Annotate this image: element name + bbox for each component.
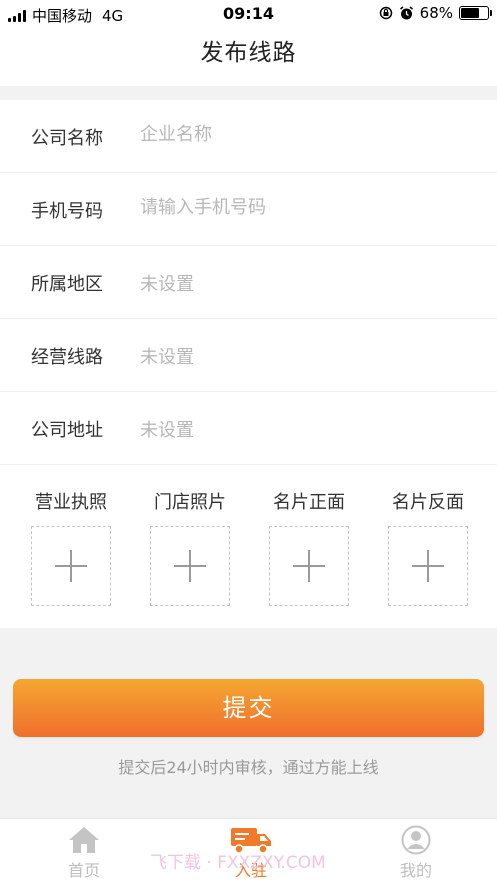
upload-business-license-button[interactable] (31, 526, 111, 606)
tab-join-label: 入驻 (234, 861, 267, 880)
review-hint: 提交后24小时内审核，通过方能上线 (118, 758, 379, 777)
route-row[interactable]: 经营线路 未设置 (0, 319, 497, 392)
user-icon (401, 825, 431, 855)
upload-section: 营业执照 门店照片 名片正面 名片反面 (0, 465, 497, 628)
address-label: 公司地址 (31, 420, 103, 441)
upload-card-front: 名片正面 (268, 488, 350, 606)
battery-percent: 68% (419, 4, 453, 22)
upload-store-photo-button[interactable] (150, 526, 230, 606)
address-row[interactable]: 公司地址 未设置 (0, 392, 497, 465)
region-row[interactable]: 所属地区 未设置 (0, 246, 497, 319)
upload-business-license: 营业执照 (30, 488, 112, 606)
company-name-label: 公司名称 (31, 128, 103, 149)
address-value[interactable]: 未设置 (140, 416, 470, 442)
home-icon (69, 827, 99, 853)
tab-mine[interactable]: 我的 (366, 823, 466, 881)
tab-home[interactable]: 首页 (34, 823, 134, 881)
company-name-row: 公司名称 (0, 100, 497, 173)
route-value[interactable]: 未设置 (140, 343, 470, 369)
route-label: 经营线路 (31, 347, 103, 368)
tab-join[interactable]: 入驻 (201, 823, 301, 881)
upload-label: 门店照片 (154, 492, 226, 513)
upload-card-back: 名片反面 (387, 488, 469, 606)
status-bar: 中国移动 4G 09:14 68% (0, 0, 497, 28)
rotation-lock-icon (379, 6, 392, 20)
plus-icon (412, 550, 444, 582)
truck-icon (231, 828, 271, 854)
plus-icon (55, 550, 87, 582)
company-name-input[interactable] (140, 124, 470, 145)
route-form: 公司名称 手机号码 所属地区 未设置 经营线路 未设置 公司地址 未设置 营业执… (0, 100, 497, 628)
region-value[interactable]: 未设置 (140, 270, 470, 296)
phone-input[interactable] (140, 197, 470, 218)
upload-card-front-button[interactable] (269, 526, 349, 606)
tab-home-label: 首页 (67, 861, 100, 880)
upload-card-back-button[interactable] (388, 526, 468, 606)
phone-label: 手机号码 (31, 201, 103, 222)
upload-label: 名片正面 (273, 492, 345, 513)
battery-icon (459, 6, 492, 20)
page-title: 发布线路 (200, 40, 297, 66)
phone-row: 手机号码 (0, 173, 497, 246)
status-right: 68% (379, 4, 492, 22)
nav-bar: 发布线路 (0, 28, 497, 86)
battery-level (461, 8, 479, 18)
tab-mine-label: 我的 (399, 861, 432, 880)
plus-icon (293, 550, 325, 582)
upload-label: 营业执照 (35, 492, 107, 513)
upload-label: 名片反面 (392, 492, 464, 513)
alarm-icon (399, 5, 413, 19)
submit-button[interactable]: 提交 (13, 679, 484, 737)
region-label: 所属地区 (31, 274, 103, 295)
tab-bar: 首页 入驻 我的 (0, 818, 497, 883)
upload-store-photo: 门店照片 (149, 488, 231, 606)
plus-icon (174, 550, 206, 582)
